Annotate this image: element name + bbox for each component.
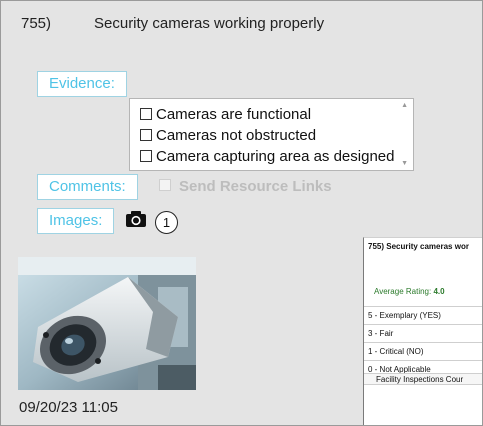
evidence-item[interactable]: Cameras are functional xyxy=(140,104,394,125)
photo-thumbnail xyxy=(18,257,196,390)
average-rating-label: Average Rating: xyxy=(374,287,432,296)
send-resource-links-label: Send Resource Links xyxy=(179,178,332,195)
checkbox-icon[interactable] xyxy=(140,129,152,141)
scroll-up-icon[interactable]: ▲ xyxy=(401,102,408,109)
evidence-label: Evidence: xyxy=(37,71,127,97)
report-title: 755) Security cameras wor xyxy=(368,242,469,251)
send-resource-links-checkbox[interactable] xyxy=(159,179,171,191)
evidence-item[interactable]: Camera capturing area as designed xyxy=(140,146,394,167)
evidence-item[interactable]: Cameras not obstructed xyxy=(140,125,394,146)
camera-icon[interactable] xyxy=(125,210,147,228)
question-text: Security cameras working properly xyxy=(94,15,325,32)
rating-report-preview: 755) Security cameras wor Average Rating… xyxy=(363,237,482,425)
average-rating-value: 4.0 xyxy=(433,287,445,296)
comments-button[interactable]: Comments: xyxy=(37,174,138,200)
checkbox-icon[interactable] xyxy=(140,108,152,120)
evidence-item-label: Cameras not obstructed xyxy=(156,127,317,144)
evidence-item-label: Camera capturing area as designed xyxy=(156,148,395,165)
scroll-down-icon[interactable]: ▼ xyxy=(401,160,408,167)
rating-option: 3 - Fair xyxy=(364,324,482,341)
rating-option: 1 - Critical (NO) xyxy=(364,342,482,359)
inspection-question-panel: 755) Security cameras working properly E… xyxy=(0,0,483,426)
checkbox-icon[interactable] xyxy=(140,150,152,162)
image-count-badge[interactable]: 1 xyxy=(155,211,178,234)
security-camera-photo[interactable] xyxy=(18,257,196,390)
rating-option: 5 - Exemplary (YES) xyxy=(364,306,482,323)
evidence-list[interactable]: Cameras are functional Cameras not obstr… xyxy=(129,98,414,171)
evidence-item-label: Cameras are functional xyxy=(156,106,312,123)
send-resource-links-option[interactable]: Send Resource Links xyxy=(159,178,332,195)
question-number: 755) xyxy=(21,15,52,32)
report-footer: Facility Inspections Cour xyxy=(364,373,482,385)
images-button[interactable]: Images: xyxy=(37,208,115,234)
image-timestamp: 09/20/23 11:05 xyxy=(19,399,118,416)
average-rating: Average Rating: 4.0 xyxy=(374,287,445,296)
